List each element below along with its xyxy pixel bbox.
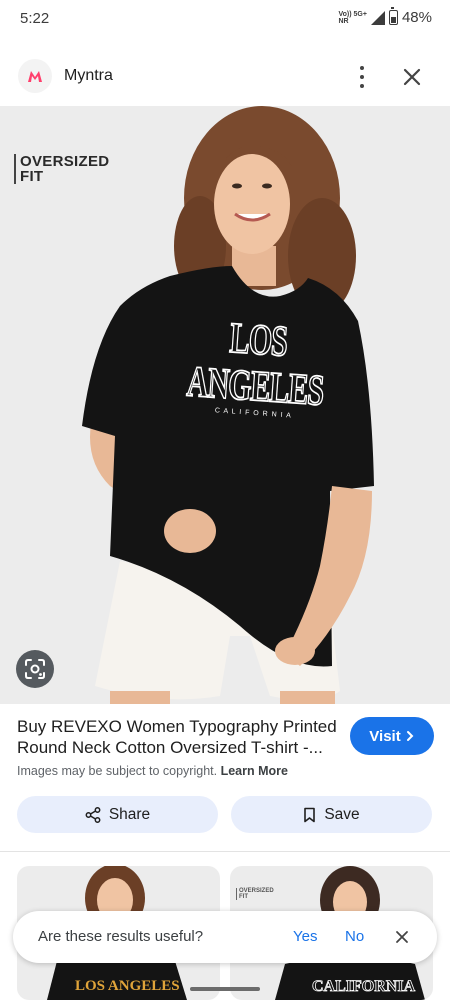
product-image[interactable]: LOS ANGELES C A L I F O R N I A OVERSIZE… <box>0 106 450 704</box>
signal-icon <box>370 10 385 25</box>
related-2-tag: OVERSIZED FIT <box>236 888 274 900</box>
bookmark-icon <box>304 807 316 822</box>
oversized-fit-tag: OVERSIZED FIT <box>14 154 109 184</box>
close-icon[interactable] <box>402 67 422 87</box>
share-icon <box>85 806 101 823</box>
share-label: Share <box>108 805 151 823</box>
result-info: Buy REVEXO Women Typography Printed Roun… <box>0 704 450 790</box>
result-title-line-2: Round Neck Cotton Oversized T-shirt -... <box>17 738 323 757</box>
tag-line-1: OVERSIZED <box>20 153 110 170</box>
shirt-print: LOS ANGELES C A L I F O R N I A <box>183 314 329 422</box>
status-indicators: Vo)) 5G+ NR 48% <box>339 7 432 26</box>
save-label: Save <box>324 805 360 823</box>
result-title-line-1: Buy REVEXO Women Typography Printed <box>17 717 337 736</box>
feedback-card: Are these results useful? Yes No <box>13 911 437 963</box>
learn-more-link[interactable]: Learn More <box>221 764 288 778</box>
status-time: 5:22 <box>20 10 50 27</box>
visit-label: Visit <box>369 727 401 745</box>
chevron-right-icon <box>406 731 414 741</box>
home-indicator[interactable] <box>190 987 260 991</box>
divider <box>0 851 450 852</box>
source-header: Myntra <box>0 40 450 106</box>
battery-icon <box>388 7 398 25</box>
status-bar: 5:22 Vo)) 5G+ NR 48% <box>0 0 450 40</box>
network-type: Vo)) 5G+ <box>338 10 367 18</box>
site-name: Myntra <box>64 67 113 84</box>
shirt-text: LOS ANGELES <box>185 314 326 416</box>
related-1-shirt-text: LOS ANGELES <box>75 978 180 994</box>
share-button[interactable]: Share <box>17 796 218 833</box>
more-vert-icon[interactable] <box>354 66 370 88</box>
feedback-question: Are these results useful? <box>38 928 204 945</box>
result-title[interactable]: Buy REVEXO Women Typography Printed Roun… <box>17 716 342 758</box>
action-row: Share Save <box>0 796 450 834</box>
lens-button[interactable] <box>16 650 54 688</box>
battery-percent: 48% <box>401 9 432 26</box>
network-indicator: Vo)) 5G+ NR <box>339 11 367 25</box>
site-logo <box>18 59 52 93</box>
copyright-notice: Images may be subject to copyright. Lear… <box>17 764 288 778</box>
copyright-text: Images may be subject to copyright. <box>17 764 218 778</box>
lens-icon <box>25 659 45 679</box>
close-icon[interactable] <box>395 930 409 944</box>
related-2-shirt-text: CALIFORNIA <box>312 978 416 996</box>
tag-line-2: FIT <box>20 168 44 185</box>
feedback-no-button[interactable]: No <box>345 928 364 945</box>
visit-button[interactable]: Visit <box>350 717 434 755</box>
myntra-logo-icon <box>28 70 42 82</box>
feedback-yes-button[interactable]: Yes <box>293 928 317 945</box>
save-button[interactable]: Save <box>231 796 432 833</box>
related-2-tag-line-2: FIT <box>239 894 248 900</box>
network-sub: NR <box>338 17 349 25</box>
